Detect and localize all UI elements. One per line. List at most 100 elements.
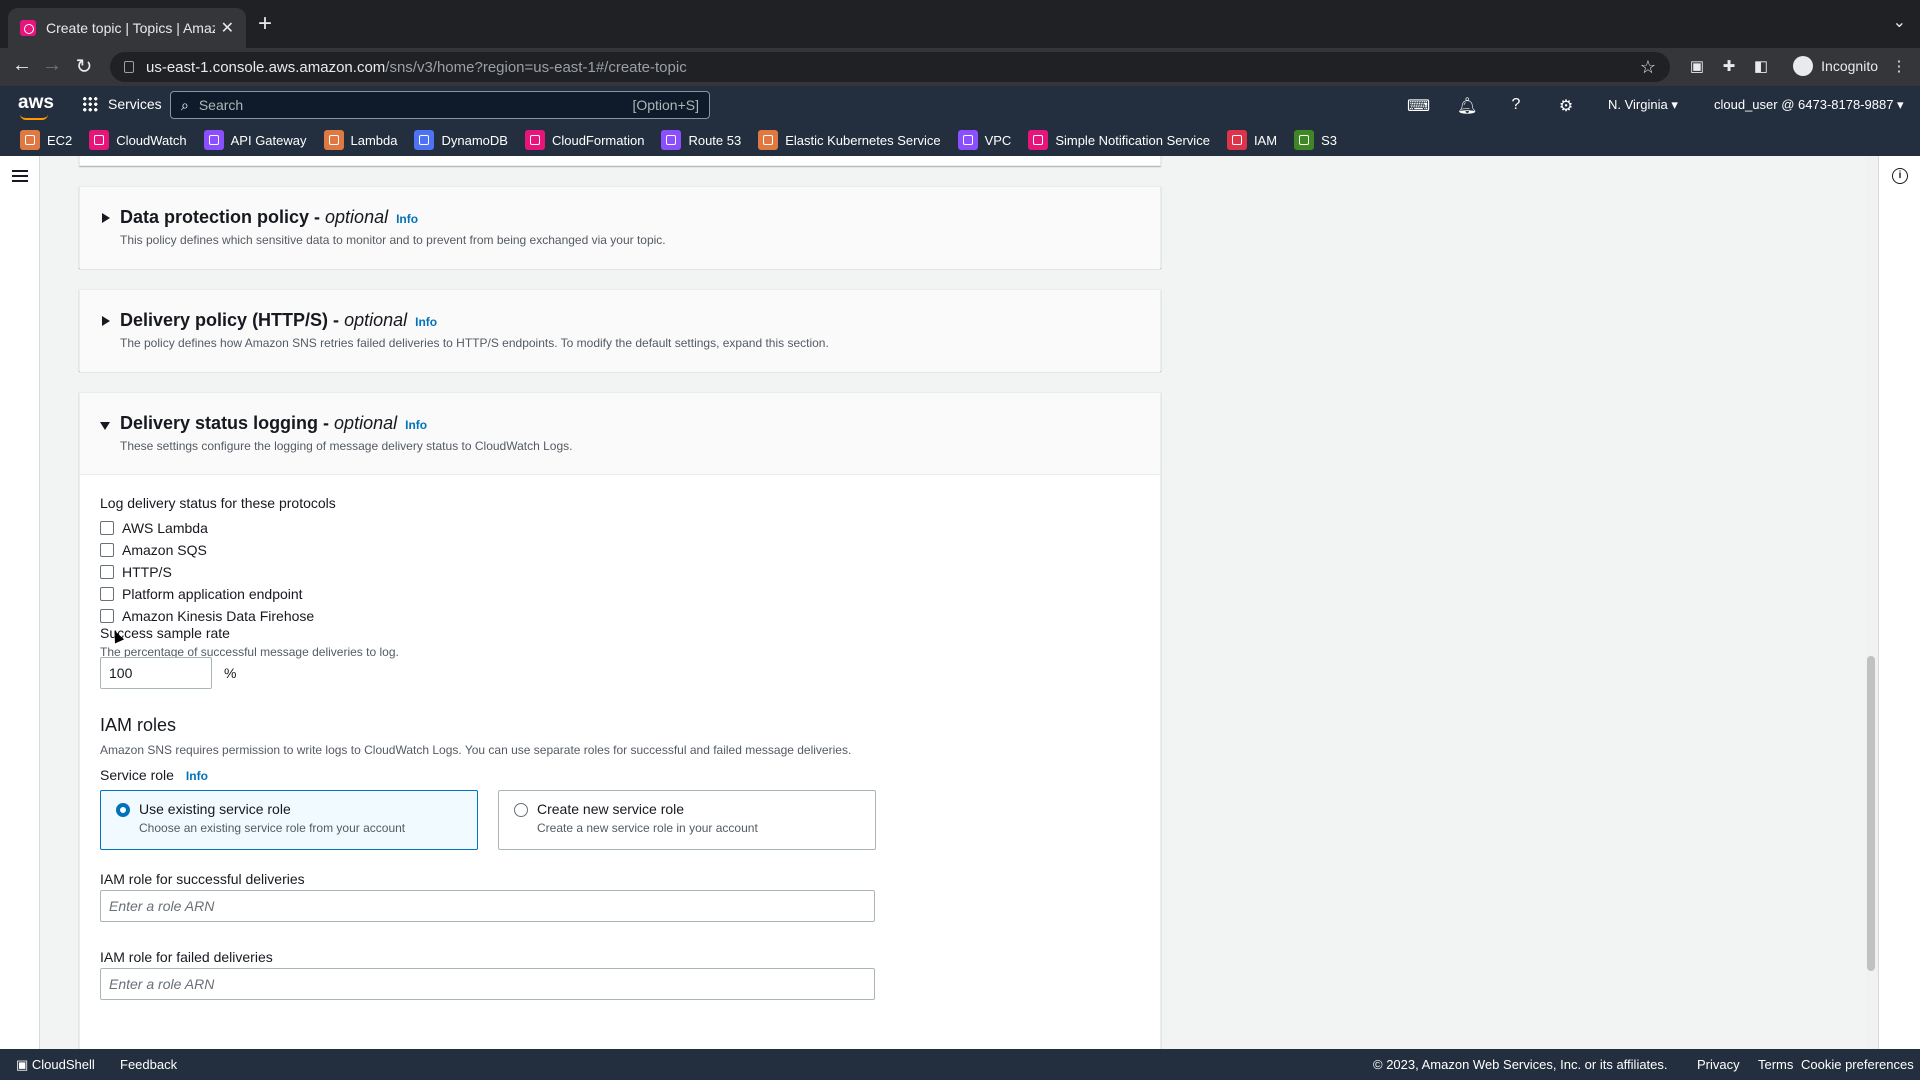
incognito-label: Incognito xyxy=(1821,58,1878,74)
checkbox[interactable] xyxy=(100,609,114,623)
failed-role-label: IAM role for failed deliveries xyxy=(100,949,273,965)
puzzle-extensions-icon[interactable]: ✚ xyxy=(1720,57,1738,75)
percent-unit: % xyxy=(224,665,237,681)
option-title: Use existing service role xyxy=(139,801,291,817)
services-menu-button[interactable]: Services xyxy=(82,96,162,112)
forward-arrow-icon[interactable]: → xyxy=(40,54,64,77)
url-host: us-east-1.console.aws.amazon.com xyxy=(146,58,386,76)
radio-unselected[interactable] xyxy=(514,803,528,817)
create-new-role-option[interactable]: Create new service role Create a new ser… xyxy=(498,790,876,850)
region-selector[interactable]: N. Virginia ▾ xyxy=(1608,97,1678,113)
panel-title: Data protection policy - optional Info xyxy=(120,207,419,227)
info-link[interactable]: Info xyxy=(186,769,208,783)
account-menu[interactable]: cloud_user @ 6473-8178-9887 ▾ xyxy=(1714,97,1904,113)
cloudshell-icon[interactable]: ⌨ xyxy=(1407,96,1430,116)
failed-role-arn-input[interactable] xyxy=(100,968,875,1000)
favorite-ec2[interactable]: EC2 xyxy=(20,130,72,150)
favorite-api-gateway[interactable]: API Gateway xyxy=(203,130,307,150)
privacy-link[interactable]: Privacy xyxy=(1697,1057,1740,1072)
incognito-badge[interactable]: Incognito xyxy=(1793,56,1878,76)
collapse-caret-icon[interactable] xyxy=(100,422,110,430)
option-title: Create new service role xyxy=(537,801,685,817)
protocol-checkbox-row[interactable]: HTTP/S xyxy=(100,561,314,583)
info-link[interactable]: Info xyxy=(415,315,437,329)
expand-caret-icon[interactable] xyxy=(102,213,110,223)
tab-search-chevron-icon[interactable]: ⌄ xyxy=(1893,12,1906,32)
favorite-label: Lambda xyxy=(350,132,398,148)
favorite-simple-notification-service[interactable]: Simple Notification Service xyxy=(1028,130,1210,150)
protocol-checkbox-row[interactable]: AWS Lambda xyxy=(100,517,314,539)
browser-menu-icon[interactable]: ⋮ xyxy=(1890,57,1908,75)
option-description: Choose an existing service role from you… xyxy=(139,821,406,835)
favorite-elastic-kubernetes-service[interactable]: Elastic Kubernetes Service xyxy=(758,130,941,150)
use-existing-role-option[interactable]: Use existing service role Choose an exis… xyxy=(100,790,478,850)
success-role-label: IAM role for successful deliveries xyxy=(100,871,305,887)
favorite-label: CloudFormation xyxy=(551,132,645,148)
favorite-label: VPC xyxy=(984,132,1012,148)
favorite-label: API Gateway xyxy=(230,132,307,148)
favorite-label: Elastic Kubernetes Service xyxy=(785,132,941,148)
settings-gear-icon[interactable]: ⚙ xyxy=(1557,96,1575,116)
service-icon xyxy=(20,130,40,150)
delivery-policy-panel: Delivery policy (HTTP/S) - optional Info … xyxy=(79,289,1161,372)
checkbox[interactable] xyxy=(100,521,114,535)
new-tab-icon[interactable]: + xyxy=(258,10,272,38)
close-tab-icon[interactable]: ✕ xyxy=(221,18,234,38)
terms-link[interactable]: Terms xyxy=(1758,1057,1793,1072)
favorite-vpc[interactable]: VPC xyxy=(957,130,1012,150)
info-panel-icon[interactable]: i xyxy=(1892,168,1908,184)
protocol-checkbox-row[interactable]: Amazon Kinesis Data Firehose xyxy=(100,605,314,627)
checkbox[interactable] xyxy=(100,565,114,579)
help-icon[interactable]: ? xyxy=(1507,96,1525,114)
cookie-preferences-link[interactable]: Cookie preferences xyxy=(1801,1057,1914,1072)
favorite-cloudformation[interactable]: CloudFormation xyxy=(524,130,645,150)
favorite-lambda[interactable]: Lambda xyxy=(323,130,398,150)
expand-caret-icon[interactable] xyxy=(102,316,110,326)
success-role-arn-input[interactable] xyxy=(100,890,875,922)
service-icon xyxy=(323,130,344,150)
reload-icon[interactable]: ↻ xyxy=(72,54,96,79)
bookmark-star-icon[interactable]: ☆ xyxy=(1640,57,1656,78)
service-icon xyxy=(203,130,224,150)
checkbox[interactable] xyxy=(100,543,114,557)
services-label: Services xyxy=(108,96,162,112)
protocol-label: AWS Lambda xyxy=(122,520,208,536)
checkbox[interactable] xyxy=(100,587,114,601)
back-arrow-icon[interactable]: ← xyxy=(10,54,34,77)
side-panel-icon[interactable]: ◧ xyxy=(1752,57,1770,75)
cloudshell-footer-button[interactable]: ▣ CloudShell xyxy=(16,1057,95,1073)
favorite-label: S3 xyxy=(1321,132,1337,148)
browser-tab[interactable]: Create topic | Topics | Amazon ✕ xyxy=(8,8,246,48)
copyright-text: © 2023, Amazon Web Services, Inc. or its… xyxy=(1373,1057,1668,1072)
sample-rate-input[interactable] xyxy=(100,657,212,689)
search-icon: ⌕ xyxy=(181,96,189,113)
extension-icon[interactable]: ▣ xyxy=(1688,57,1706,75)
favorite-cloudwatch[interactable]: CloudWatch xyxy=(89,130,187,150)
delivery-logging-header[interactable]: Delivery status logging - optional Info T… xyxy=(80,393,1160,475)
feedback-link[interactable]: Feedback xyxy=(120,1057,177,1072)
radio-selected[interactable] xyxy=(116,803,130,817)
favorite-dynamodb[interactable]: DynamoDB xyxy=(414,130,508,150)
protocol-checkbox-row[interactable]: Platform application endpoint xyxy=(100,583,314,605)
info-link[interactable]: Info xyxy=(405,418,427,432)
aws-logo[interactable]: aws xyxy=(18,92,54,120)
favorite-route-53[interactable]: Route 53 xyxy=(661,130,741,150)
delivery-logging-body: Log delivery status for these protocols … xyxy=(80,475,1160,1049)
favorite-s3[interactable]: S3 xyxy=(1294,130,1337,150)
aws-search-input[interactable]: ⌕ Search [Option+S] xyxy=(170,91,710,119)
protocols-label: Log delivery status for these protocols xyxy=(100,495,336,511)
browser-toolbar: ← → ↻ us-east-1.console.aws.amazon.com /… xyxy=(0,48,1920,86)
favorite-label: EC2 xyxy=(47,132,73,148)
address-bar[interactable]: us-east-1.console.aws.amazon.com /sns/v3… xyxy=(110,52,1670,82)
data-protection-header[interactable]: Data protection policy - optional Info Th… xyxy=(80,187,1160,269)
hamburger-menu-icon[interactable] xyxy=(12,170,28,182)
notifications-bell-icon[interactable]: 🔔︎ xyxy=(1457,96,1477,116)
favorite-iam[interactable]: IAM xyxy=(1226,130,1277,150)
iam-roles-description: Amazon SNS requires permission to write … xyxy=(100,743,852,757)
protocol-checkbox-row[interactable]: Amazon SQS xyxy=(100,539,314,561)
info-link[interactable]: Info xyxy=(396,212,418,226)
delivery-policy-header[interactable]: Delivery policy (HTTP/S) - optional Info … xyxy=(80,290,1160,372)
page-scrollbar[interactable] xyxy=(1866,156,1878,1049)
panel-title: Delivery status logging - optional Info xyxy=(120,413,428,433)
scrollbar-thumb[interactable] xyxy=(1867,656,1875,971)
